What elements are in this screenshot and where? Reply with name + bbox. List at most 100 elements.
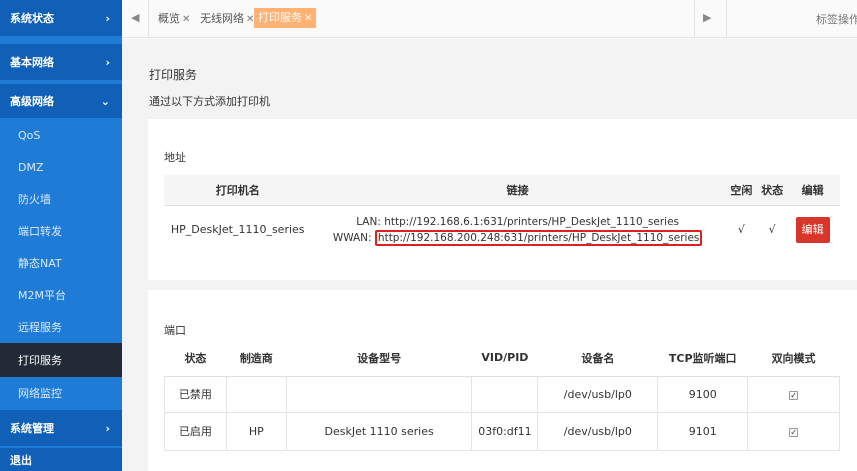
sidebar-item-label: QoS	[18, 128, 41, 142]
table-row: HP_DeskJet_1110_series LAN: http://192.1…	[164, 205, 840, 254]
sidebar-item-port-forwarding[interactable]: 端口转发	[0, 215, 122, 247]
port-vidpid: 03f0:df11	[471, 411, 539, 451]
sidebar-item-system-status[interactable]: 系统状态 ›	[0, 0, 122, 36]
column-header: 链接	[311, 175, 724, 206]
tab-scroll-left-icon[interactable]: ◀	[131, 11, 139, 24]
tab-wireless-network[interactable]: 无线网络 ✕	[196, 10, 258, 28]
sidebar-item-remote-service[interactable]: 远程服务	[0, 311, 122, 343]
tab-operations-dropdown[interactable]: 标签操作▾	[816, 11, 857, 27]
printer-links: LAN: http://192.168.6.1:631/printers/HP_…	[311, 205, 723, 254]
address-card: 地址 打印机名 链接 空闲 状态 编辑 HP_DeskJet_1110_seri…	[148, 119, 857, 280]
sidebar: 系统状态 › 基本网络 › 高级网络 ⌄ QoS DMZ 防火墙 端口转发 静态…	[0, 0, 122, 471]
table-header-row: 打印机名 链接 空闲 状态 编辑	[164, 175, 840, 206]
port-tcp: 9100	[657, 375, 749, 413]
edit-cell: 编辑	[785, 205, 840, 254]
port-label: 端口	[164, 324, 186, 337]
sidebar-item-label: DMZ	[18, 160, 44, 174]
tab-divider	[148, 0, 149, 38]
sidebar-item-label: 防火墙	[18, 193, 51, 206]
tab-divider	[726, 0, 727, 38]
lan-url: http://192.168.6.1:631/printers/HP_DeskJ…	[384, 215, 679, 228]
port-card: 端口 状态 制造商 设备型号 VID/PID 设备名 TCP监听端口 双向模式 …	[148, 290, 857, 471]
sidebar-item-label: 基本网络	[10, 56, 54, 69]
idle-check: √	[737, 223, 745, 237]
sidebar-item-network-monitor[interactable]: 网络监控	[0, 377, 122, 409]
wwan-url: http://192.168.200.248:631/printers/HP_D…	[374, 229, 703, 246]
sidebar-item-label: 高级网络	[10, 95, 54, 108]
table-row: 已启用 HP DeskJet 1110 series 03f0:df11 /de…	[164, 411, 840, 451]
printer-address-table: 打印机名 链接 空闲 状态 编辑 HP_DeskJet_1110_series …	[164, 175, 840, 254]
chevron-right-icon: ›	[105, 55, 110, 69]
column-header: 设备型号	[286, 340, 472, 377]
bidirectional-checkbox[interactable]: ✓	[789, 427, 799, 437]
sidebar-item-label: 网络监控	[18, 387, 62, 400]
column-header: VID/PID	[471, 340, 538, 377]
port-device: /dev/usb/lp0	[537, 375, 659, 413]
port-device: /dev/usb/lp0	[537, 411, 659, 451]
tab-divider	[694, 0, 695, 38]
wwan-prefix: WWAN:	[332, 231, 375, 244]
bidir-cell: ✓	[747, 375, 840, 413]
tab-label: 概览	[158, 12, 180, 25]
bidir-cell: ✓	[747, 411, 840, 451]
printer-name: HP_DeskJet_1110_series	[170, 223, 305, 237]
status-check: √	[768, 223, 776, 237]
sidebar-item-basic-network[interactable]: 基本网络 ›	[0, 44, 122, 80]
chevron-right-icon: ›	[105, 11, 110, 25]
column-header: 状态	[759, 175, 786, 206]
sidebar-item-label: 静态NAT	[18, 257, 62, 270]
sidebar-item-m2m-platform[interactable]: M2M平台	[0, 279, 122, 311]
tab-label: 无线网络	[200, 12, 244, 25]
port-model: DeskJet 1110 series	[285, 411, 473, 451]
sidebar-item-firewall[interactable]: 防火墙	[0, 183, 122, 215]
column-header: 空闲	[723, 175, 760, 206]
column-header: 设备名	[537, 340, 658, 377]
page-title: 打印服务	[149, 68, 198, 82]
column-header: 制造商	[226, 340, 287, 377]
close-icon[interactable]: ✕	[304, 13, 312, 24]
sidebar-item-label: 系统管理	[10, 422, 54, 435]
port-maker	[225, 375, 287, 413]
tab-print-service[interactable]: 打印服务 ✕	[254, 8, 317, 28]
sidebar-item-static-nat[interactable]: 静态NAT	[0, 247, 122, 279]
sidebar-item-system-management[interactable]: 系统管理 ›	[0, 410, 122, 446]
chevron-down-icon: ⌄	[100, 94, 110, 108]
lan-link-line: LAN: http://192.168.6.1:631/printers/HP_…	[311, 214, 723, 230]
port-status: 已启用	[164, 411, 227, 451]
port-table: 状态 制造商 设备型号 VID/PID 设备名 TCP监听端口 双向模式 已禁用…	[164, 340, 840, 451]
sidebar-item-advanced-network[interactable]: 高级网络 ⌄	[0, 84, 122, 118]
sidebar-item-label: 打印服务	[18, 354, 62, 367]
sidebar-item-print-service[interactable]: 打印服务	[0, 343, 122, 377]
sidebar-item-label: M2M平台	[18, 289, 66, 302]
sidebar-item-label: 端口转发	[18, 225, 62, 238]
column-header: TCP监听端口	[657, 340, 748, 377]
column-header: 打印机名	[164, 175, 312, 206]
sidebar-item-label: 退出	[10, 453, 32, 467]
tab-bar: ◀ 概览✕ 无线网络✕ 打印服务✕ ▶ 标签操作▾	[122, 0, 857, 38]
tab-overview[interactable]: 概览 ✕	[154, 10, 194, 28]
sidebar-item-logout[interactable]: 退出	[0, 448, 122, 471]
column-header: 双向模式	[747, 340, 840, 377]
table-header-row: 状态 制造商 设备型号 VID/PID 设备名 TCP监听端口 双向模式	[164, 340, 840, 377]
tab-scroll-right-icon[interactable]: ▶	[703, 11, 711, 24]
wwan-link-line: WWAN: http://192.168.200.248:631/printer…	[311, 229, 723, 246]
tab-label: 打印服务	[258, 11, 302, 24]
close-icon[interactable]: ✕	[182, 14, 190, 25]
sidebar-item-dmz[interactable]: DMZ	[0, 151, 122, 183]
column-header: 编辑	[785, 175, 840, 206]
sidebar-item-label: 系统状态	[10, 12, 54, 25]
page-subtitle: 通过以下方式添加打印机	[149, 95, 270, 108]
column-header: 状态	[164, 340, 227, 377]
port-maker: HP	[225, 411, 287, 451]
lan-prefix: LAN:	[356, 215, 385, 228]
bidirectional-checkbox[interactable]: ✓	[789, 390, 799, 400]
address-label: 地址	[164, 151, 186, 164]
chevron-right-icon: ›	[105, 421, 110, 435]
main-content: 打印服务 通过以下方式添加打印机 地址 打印机名 链接 空闲 状态 编辑 HP_…	[122, 39, 857, 471]
sidebar-item-qos[interactable]: QoS	[0, 119, 122, 151]
sidebar-item-label: 远程服务	[18, 321, 62, 334]
port-model	[285, 375, 473, 413]
edit-button[interactable]: 编辑	[795, 216, 830, 243]
port-tcp: 9101	[657, 411, 749, 451]
port-vidpid	[471, 375, 539, 413]
